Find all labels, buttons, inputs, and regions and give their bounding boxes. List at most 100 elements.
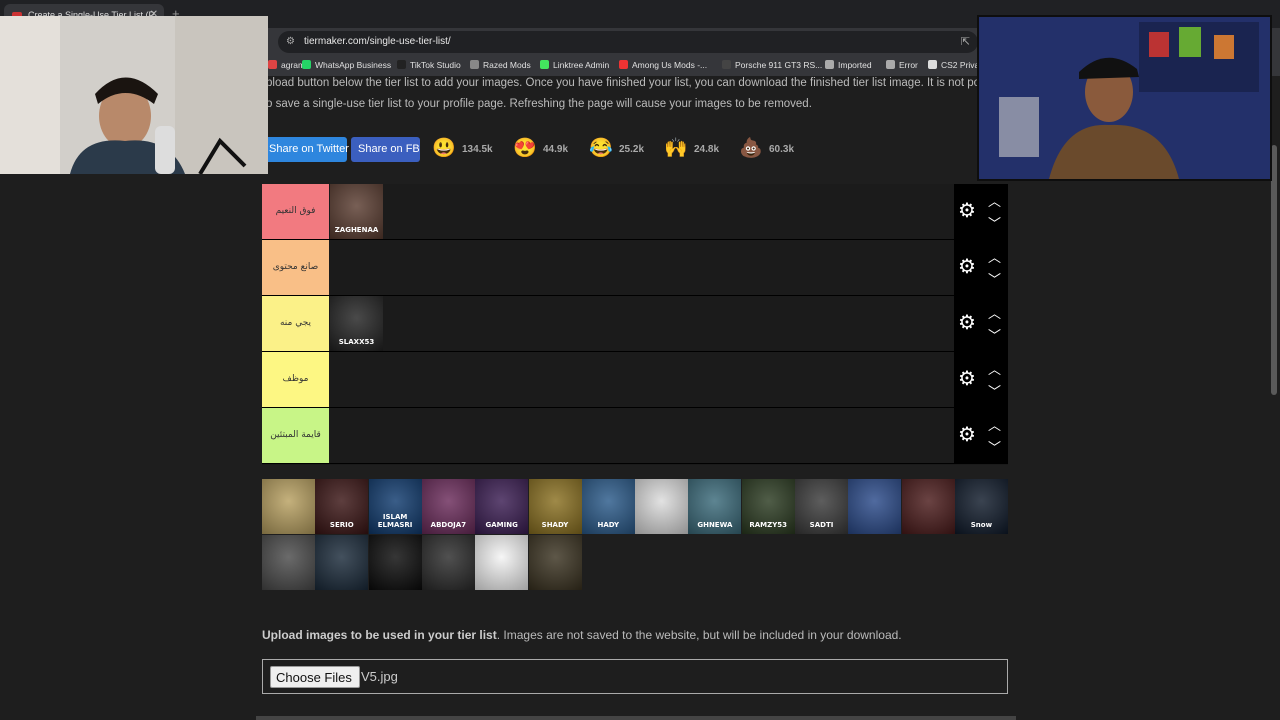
bookmark-item[interactable]: Error xyxy=(886,60,918,70)
tier-item-image[interactable]: SLAXX53 xyxy=(330,296,383,351)
bookmark-item[interactable]: Razed Mods xyxy=(470,60,531,70)
chevron-up-icon[interactable]: ︿ xyxy=(988,247,1001,266)
reaction-laughing[interactable]: 😂 25.2k xyxy=(589,137,651,163)
reaction-heart-eyes[interactable]: 😍 44.9k xyxy=(513,137,575,163)
tier-label[interactable]: يجي منه xyxy=(262,296,329,351)
tier-controls: ⚙ ︿ ﹀ xyxy=(954,408,1008,464)
bookmark-item[interactable]: Imported xyxy=(825,60,872,70)
bookmark-label: TikTok Studio xyxy=(410,60,461,70)
chevron-up-icon[interactable]: ︿ xyxy=(988,415,1001,434)
reaction-raised-hands[interactable]: 🙌 24.8k xyxy=(664,137,726,163)
tier-label[interactable]: صانع محتوى xyxy=(262,240,329,295)
tier-item-image[interactable] xyxy=(262,479,315,534)
tier-row: يجي منه SLAXX53 ⚙ ︿ ﹀ xyxy=(262,296,1008,352)
chevron-up-icon[interactable]: ︿ xyxy=(988,359,1001,378)
tier-item-image[interactable]: SADTI xyxy=(795,479,848,534)
bookmark-favicon-icon xyxy=(302,60,311,69)
bookmark-favicon-icon xyxy=(619,60,628,69)
open-external-icon[interactable]: ⇱ xyxy=(961,35,970,48)
tier-item-label: SADTI xyxy=(809,521,834,529)
gear-icon[interactable]: ⚙ xyxy=(958,369,976,389)
bookmark-item[interactable]: CS2 Privat xyxy=(928,60,982,70)
choose-files-button[interactable]: Choose Files xyxy=(270,666,360,688)
webcam-overlay-left xyxy=(0,16,268,174)
chevron-down-icon[interactable]: ﹀ xyxy=(988,213,1001,232)
share-twitter-button[interactable]: Share on Twitter xyxy=(262,137,349,162)
bookmark-item[interactable]: TikTok Studio xyxy=(397,60,461,70)
chevron-up-icon[interactable]: ︿ xyxy=(988,303,1001,322)
tier-item-label: SERIO xyxy=(329,521,354,529)
page-divider xyxy=(256,716,1016,720)
share-facebook-button[interactable]: Share on FB xyxy=(351,137,420,162)
heart-eyes-icon: 😍 xyxy=(513,138,537,159)
bookmark-label: Razed Mods xyxy=(483,60,531,70)
poop-icon: 💩 xyxy=(739,138,763,159)
tier-controls: ⚙ ︿ ﹀ xyxy=(954,240,1008,296)
bookmark-label: CS2 Privat xyxy=(941,60,982,70)
tier-item-image[interactable] xyxy=(262,535,315,590)
bookmark-item[interactable]: Porsche 911 GT3 RS... xyxy=(722,60,822,70)
page-scrollbar[interactable] xyxy=(1271,145,1277,395)
address-bar[interactable]: ⚙ tiermaker.com/single-use-tier-list/ ⇱ xyxy=(278,31,978,53)
chevron-up-icon[interactable]: ︿ xyxy=(988,191,1001,210)
tier-row: صانع محتوى ⚙ ︿ ﹀ xyxy=(262,240,1008,296)
upload-instructions-bold: Upload images to be used in your tier li… xyxy=(262,628,497,642)
bookmark-label: Among Us Mods -... xyxy=(632,60,708,70)
tier-item-image[interactable] xyxy=(368,535,422,590)
tier-item-image[interactable]: ZAGHENAA xyxy=(330,184,383,239)
bookmark-item[interactable]: agram xyxy=(268,60,305,70)
tier-item-label: GAMING xyxy=(485,521,518,529)
bookmark-label: Imported xyxy=(838,60,872,70)
tier-item-image[interactable] xyxy=(421,535,475,590)
chevron-down-icon[interactable]: ﹀ xyxy=(988,437,1001,456)
tier-item-image[interactable]: SERIO xyxy=(315,479,369,534)
reaction-count: 60.3k xyxy=(769,144,795,155)
tier-label[interactable]: قايمة المبتئين xyxy=(262,408,329,463)
chevron-down-icon[interactable]: ﹀ xyxy=(988,381,1001,400)
reaction-neutral-face[interactable]: 😃 134.5k xyxy=(432,137,494,163)
chevron-down-icon[interactable]: ﹀ xyxy=(988,325,1001,344)
tier-item-image[interactable]: GAMING xyxy=(475,479,529,534)
tier-item-image[interactable]: GHNEWA xyxy=(688,479,742,534)
tier-item-image[interactable]: HADY xyxy=(581,479,635,534)
bookmark-item[interactable]: WhatsApp Business xyxy=(302,60,391,70)
tier-item-image[interactable]: ABDOJA7 xyxy=(421,479,475,534)
reaction-count: 25.2k xyxy=(619,144,645,155)
upload-instructions-rest: . Images are not saved to the website, b… xyxy=(496,628,902,642)
bookmark-favicon-icon xyxy=(722,60,731,69)
tier-item-image[interactable] xyxy=(848,479,902,534)
tier-item-image[interactable] xyxy=(901,479,955,534)
tier-item-image[interactable]: SHADY xyxy=(528,479,582,534)
tier-item-label: ZAGHENAA xyxy=(334,226,379,234)
tier-item-image[interactable]: RAMZY53 xyxy=(741,479,795,534)
chevron-down-icon[interactable]: ﹀ xyxy=(988,269,1001,288)
tier-item-image[interactable] xyxy=(528,535,582,590)
tier-label[interactable]: موظف xyxy=(262,352,329,407)
tier-item-image[interactable] xyxy=(475,535,529,590)
tier-item-label: GHNEWA xyxy=(697,521,733,529)
tier-item-image[interactable]: ISLAM ELMASRI xyxy=(368,479,422,534)
tier-item-image[interactable] xyxy=(635,479,689,534)
gear-icon[interactable]: ⚙ xyxy=(958,313,976,333)
gear-icon[interactable]: ⚙ xyxy=(958,201,976,221)
reaction-poop[interactable]: 💩 60.3k xyxy=(739,137,801,163)
tier-label[interactable]: فوق النعيم xyxy=(262,184,329,239)
bookmark-label: Linktree Admin xyxy=(553,60,610,70)
gear-icon[interactable]: ⚙ xyxy=(958,425,976,445)
tier-item-image[interactable]: Snow xyxy=(954,479,1008,534)
tier-controls: ⚙ ︿ ﹀ xyxy=(954,184,1008,240)
bookmark-favicon-icon xyxy=(540,60,549,69)
gear-icon[interactable]: ⚙ xyxy=(958,257,976,277)
raised-hands-icon: 🙌 xyxy=(664,138,688,159)
tier-row: فوق النعيم ZAGHENAA ⚙ ︿ ﹀ xyxy=(262,184,1008,240)
bookmark-item[interactable]: Among Us Mods -... xyxy=(619,60,707,70)
site-settings-icon[interactable]: ⚙ xyxy=(286,36,295,47)
intro-text-line-1: pload button below the tier list to add … xyxy=(266,77,986,89)
tier-item-image[interactable] xyxy=(315,535,369,590)
bookmark-label: WhatsApp Business xyxy=(315,60,392,70)
bookmark-favicon-icon xyxy=(470,60,479,69)
laughing-icon: 😂 xyxy=(589,138,613,159)
bookmark-item[interactable]: Linktree Admin xyxy=(540,60,609,70)
reaction-count: 44.9k xyxy=(543,144,569,155)
bookmark-favicon-icon xyxy=(825,60,834,69)
